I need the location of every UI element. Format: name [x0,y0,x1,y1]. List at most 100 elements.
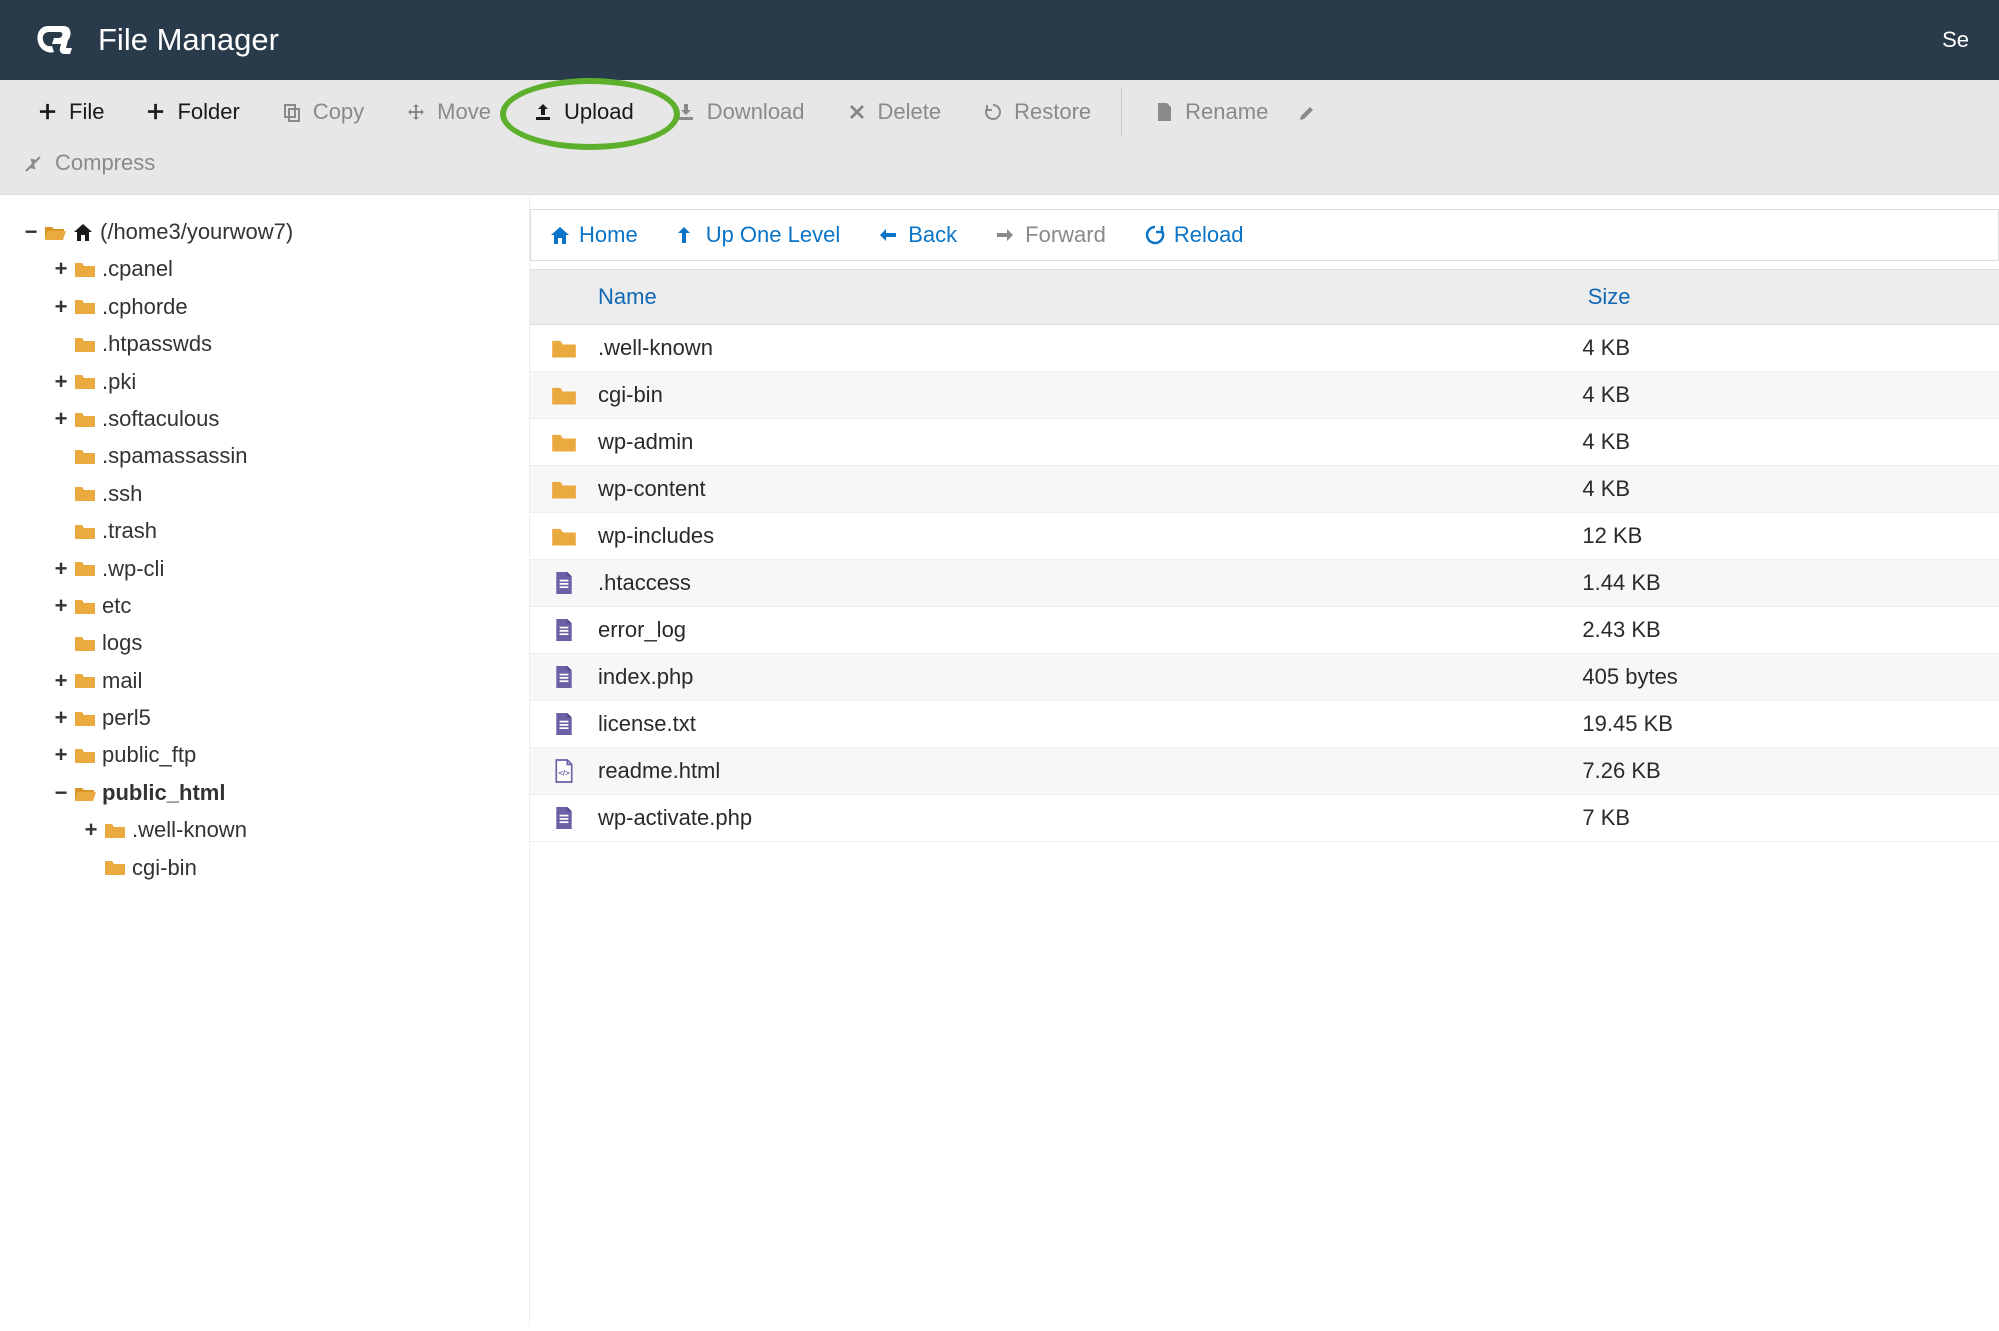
tree-item[interactable]: +.wp-cli [52,550,515,587]
file-size: 19.45 KB [1582,711,1987,737]
edit-button[interactable] [1290,92,1333,132]
expand-icon[interactable]: + [52,288,70,325]
compress-button[interactable]: Compress [18,140,173,186]
expand-icon[interactable]: + [52,363,70,400]
rename-button[interactable]: Rename [1134,89,1286,135]
move-button[interactable]: Move [386,89,509,135]
expand-icon[interactable]: + [52,736,70,773]
folder-tree-sidebar: − (/home3/yourwow7) +.cpanel+.cphorde+.h… [0,195,530,1326]
column-header-name[interactable]: Name [530,284,1588,310]
expand-icon[interactable]: + [52,587,70,624]
table-row[interactable]: .well-known4 KB [530,325,1999,372]
tree-item[interactable]: +.ssh [52,475,515,512]
file-size: 12 KB [1582,523,1987,549]
tree-item[interactable]: +public_ftp [52,736,515,773]
restore-button[interactable]: Restore [963,89,1109,135]
table-row[interactable]: error_log2.43 KB [530,607,1999,654]
tree-item[interactable]: +.trash [52,512,515,549]
collapse-icon[interactable]: − [22,213,40,250]
table-row[interactable]: wp-includes12 KB [530,513,1999,560]
folder-icon [74,559,96,577]
copy-button-label: Copy [313,99,364,125]
content-pane: Home Up One Level Back Forward Reload Na… [530,195,1999,1326]
tree-item[interactable]: +.cphorde [52,288,515,325]
file-button[interactable]: File [18,89,122,135]
download-button[interactable]: Download [656,89,823,135]
tree-item[interactable]: +.cpanel [52,250,515,287]
expand-icon[interactable]: + [82,811,100,848]
table-row[interactable]: wp-admin4 KB [530,419,1999,466]
upload-button[interactable]: Upload [513,89,652,135]
file-icon [542,570,586,596]
copy-button[interactable]: Copy [262,89,382,135]
nav-forward-label: Forward [1025,222,1106,248]
folder-icon [542,384,586,406]
expand-icon[interactable]: + [52,550,70,587]
move-button-label: Move [437,99,491,125]
tree-item[interactable]: +logs [52,624,515,661]
tree-item-label: .htpasswds [102,325,212,362]
toggle-blank: + [52,325,70,362]
expand-icon[interactable]: + [52,400,70,437]
nav-home-label: Home [579,222,638,248]
download-button-label: Download [707,99,805,125]
tree-item[interactable]: +.softaculous [52,400,515,437]
table-row[interactable]: wp-activate.php7 KB [530,795,1999,842]
table-row[interactable]: readme.html7.26 KB [530,748,1999,795]
compress-button-label: Compress [55,150,155,176]
delete-button[interactable]: Delete [827,89,960,135]
toggle-blank: + [82,849,100,886]
tree-item[interactable]: +etc [52,587,515,624]
tree-item[interactable]: +cgi-bin [82,849,515,886]
tree-item-label: perl5 [102,699,151,736]
compress-icon [22,153,46,173]
tree-item[interactable]: + perl5 [52,699,515,736]
tree-item[interactable]: + .htpasswds [52,325,515,362]
restore-icon [981,102,1005,122]
nav-up-button[interactable]: Up One Level [676,222,841,248]
file-name: readme.html [586,758,1582,784]
nav-reload-button[interactable]: Reload [1144,222,1244,248]
table-row[interactable]: .htaccess1.44 KB [530,560,1999,607]
folder-icon [74,297,96,315]
column-header-size[interactable]: Size [1588,284,1999,310]
folder-icon [74,260,96,278]
page-title: File Manager [98,22,279,58]
table-row[interactable]: cgi-bin4 KB [530,372,1999,419]
file-size: 1.44 KB [1582,570,1987,596]
nav-forward-button[interactable]: Forward [995,222,1106,248]
expand-icon[interactable]: + [52,662,70,699]
tree-item-public-html[interactable]: − public_html [52,774,515,811]
nav-home-button[interactable]: Home [549,222,638,248]
expand-icon[interactable]: + [52,250,70,287]
delete-icon [845,103,869,121]
reload-icon [1144,224,1166,246]
cpanel-logo-icon [30,16,78,64]
tree-item-label: .pki [102,363,136,400]
file-name: error_log [586,617,1582,643]
file-size: 2.43 KB [1582,617,1987,643]
folder-icon [74,709,96,727]
table-header: Name Size [530,269,1999,325]
tree-item[interactable]: +.spamassassin [52,437,515,474]
tree-item[interactable]: + .pki [52,363,515,400]
nav-back-button[interactable]: Back [878,222,957,248]
table-row[interactable]: license.txt19.45 KB [530,701,1999,748]
folder-button[interactable]: Folder [126,89,257,135]
app-header: File Manager Se [0,0,1999,80]
folder-icon [542,337,586,359]
tree-item[interactable]: +mail [52,662,515,699]
folder-tree: − (/home3/yourwow7) +.cpanel+.cphorde+.h… [22,213,515,886]
table-body: .well-known4 KBcgi-bin4 KBwp-admin4 KBwp… [530,325,1999,842]
expand-icon[interactable]: + [52,699,70,736]
table-row[interactable]: index.php405 bytes [530,654,1999,701]
nav-back-label: Back [908,222,957,248]
tree-item-label: .well-known [132,811,247,848]
file-size: 4 KB [1582,335,1987,361]
collapse-icon[interactable]: − [52,774,70,811]
tree-item[interactable]: + .well-known [82,811,515,848]
file-button-label: File [69,99,104,125]
tree-root[interactable]: − (/home3/yourwow7) [22,213,515,250]
table-row[interactable]: wp-content4 KB [530,466,1999,513]
toolbar-divider [1121,88,1122,136]
